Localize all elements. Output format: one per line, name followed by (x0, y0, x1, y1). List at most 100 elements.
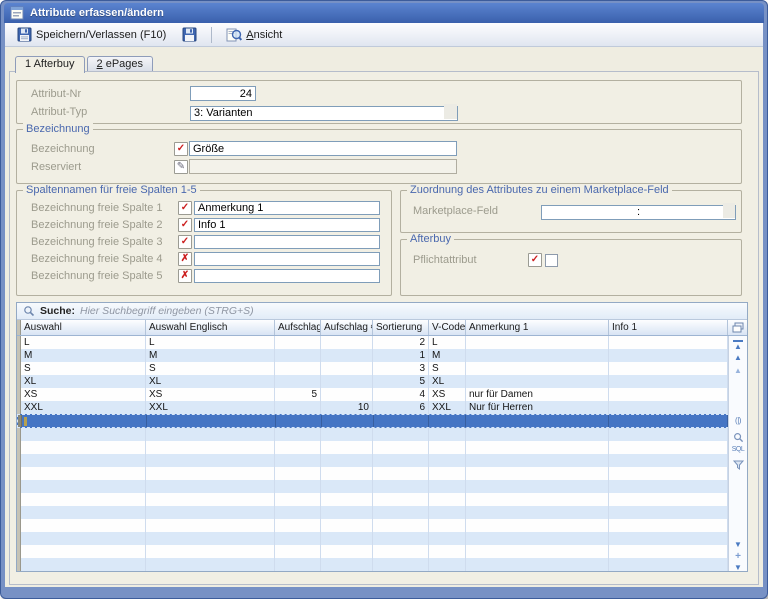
column-header-c0[interactable]: Auswahl (21, 320, 146, 335)
column-header-c7[interactable]: Info 1 (609, 320, 728, 335)
translate-check-icon[interactable]: ✓ (528, 253, 542, 267)
go-first-icon[interactable]: ▲ (729, 340, 747, 352)
cell-empty (373, 441, 429, 454)
grid-empty-row[interactable] (17, 532, 729, 545)
edit-indicator-icon[interactable]: (|) (729, 416, 747, 425)
cell-empty (321, 454, 373, 467)
cell-info_1 (609, 362, 728, 375)
column-header-c3[interactable]: Aufschlag € (321, 320, 373, 335)
cell-empty (21, 558, 146, 571)
spalte-row: Bezeichnung freie Spalte 3 ✓ (17, 235, 391, 249)
column-header-c6[interactable]: Anmerkung 1 (466, 320, 609, 335)
tab-1-afterbuy[interactable]: 1 Afterbuy (15, 56, 85, 73)
attribut-nr-input[interactable] (190, 86, 256, 101)
column-header-c1[interactable]: Auswahl Englisch (146, 320, 275, 335)
view-button[interactable]: Ansicht (220, 24, 288, 45)
filter-builder-icon[interactable]: SQL (729, 445, 747, 454)
grid-empty-row[interactable] (17, 428, 729, 441)
disabled-cross-icon[interactable]: ✗ (178, 269, 192, 283)
page-up-icon[interactable]: ▲ (729, 366, 747, 376)
spalte-input-5[interactable] (194, 269, 380, 283)
cell-empty (466, 454, 609, 467)
dialog-window: Attribute erfassen/ändern Speichern/Verl… (0, 0, 768, 599)
cell-empty (275, 545, 321, 558)
cell-empty (21, 532, 146, 545)
append-row-icon[interactable]: + (729, 552, 747, 562)
cell-empty (373, 519, 429, 532)
enabled-check-icon[interactable]: ✓ (178, 201, 192, 215)
cell-aufschlag_eur (322, 415, 374, 427)
disabled-cross-icon[interactable]: ✗ (178, 252, 192, 266)
grid-empty-row[interactable] (17, 480, 729, 493)
grid-empty-row[interactable] (17, 454, 729, 467)
cell-aufschlag_eur (321, 375, 373, 388)
grid-empty-row[interactable] (17, 519, 729, 532)
scroll-up-icon[interactable]: ▲ (729, 353, 747, 363)
cell-auswahl: XS (21, 388, 146, 401)
save-icon (182, 27, 197, 42)
cell-info_1 (609, 401, 728, 414)
enabled-check-icon[interactable]: ✓ (178, 218, 192, 232)
tab-2-epages[interactable]: 2 ePages (86, 56, 154, 72)
cell-empty (609, 506, 728, 519)
cell-anmerkung_1: nur für Damen (466, 388, 609, 401)
go-last-icon[interactable]: ▼ (729, 563, 747, 571)
cell-empty (609, 454, 728, 467)
grid-row-l[interactable]: LL2L (17, 336, 729, 349)
cell-empty (429, 441, 466, 454)
cell-sortierung: 6 (373, 401, 429, 414)
spalte-input-4[interactable] (194, 252, 380, 266)
cell-empty (275, 428, 321, 441)
text-caret (24, 417, 27, 426)
grid-search-row[interactable]: Suche: Hier Suchbegriff eingeben (STRG+S… (17, 303, 747, 320)
grid-row-xs[interactable]: XS XS 5 4 XS nur für Damen (17, 388, 729, 401)
grid-nav-strip: ▲ ▲ ▲ (|) SQL ▼ + ▼ (728, 336, 747, 571)
grid-empty-row[interactable] (17, 558, 729, 571)
cell-empty (275, 441, 321, 454)
grid-empty-row[interactable] (17, 441, 729, 454)
cell-empty (373, 506, 429, 519)
spalte-input-1[interactable] (194, 201, 380, 215)
cell-empty (609, 532, 728, 545)
pflichtattribut-checkbox[interactable] (545, 253, 558, 267)
grid-empty-row[interactable] (17, 506, 729, 519)
marketplace-feld-input[interactable] (541, 204, 736, 220)
cell-aufschlag_eur (321, 388, 373, 401)
save-icon (17, 27, 32, 42)
cell-empty (321, 545, 373, 558)
grid-empty-row[interactable] (17, 545, 729, 558)
cell-empty (609, 558, 728, 571)
search-icon (24, 306, 35, 317)
edit-pencil-icon[interactable]: ✎ (174, 159, 188, 174)
bezeichnung-groupbox: Bezeichnung Bezeichnung ✓ Reserviert ✎ (16, 123, 742, 184)
spalte-input-2[interactable] (194, 218, 380, 232)
cell-empty (429, 506, 466, 519)
grid-empty-row[interactable] (17, 467, 729, 480)
save-button[interactable] (176, 24, 203, 45)
grid-row-m[interactable]: MM1M (17, 349, 729, 362)
grid-row-xxl[interactable]: XXL XXL 10 6 XXL Nur für Herren (17, 401, 729, 414)
attribut-typ-input[interactable] (190, 105, 458, 121)
bezeichnung-input[interactable] (189, 141, 457, 156)
column-header-c4[interactable]: Sortierung (373, 320, 429, 335)
column-header-c5[interactable]: V-Code (429, 320, 466, 335)
cell-anmerkung_1 (466, 362, 609, 375)
cell-empty (21, 545, 146, 558)
grid-row-s[interactable]: SS3S (17, 362, 729, 375)
translate-check-icon[interactable]: ✓ (174, 141, 188, 156)
cell-empty (429, 454, 466, 467)
filter-icon[interactable] (729, 457, 747, 475)
enabled-check-icon[interactable]: ✓ (178, 235, 192, 249)
search-placeholder: Hier Suchbegriff eingeben (STRG+S) (80, 305, 254, 317)
ellipsis-button[interactable] (723, 203, 735, 218)
column-header-c2[interactable]: Aufschlag (275, 320, 321, 335)
grid-empty-row[interactable] (17, 493, 729, 506)
grid-new-row-selected[interactable] (17, 414, 729, 428)
grid-row-xl[interactable]: XL XL 5 XL (17, 375, 729, 388)
scroll-down-icon[interactable]: ▼ (729, 540, 747, 550)
save-exit-button[interactable]: Speichern/Verlassen (F10) (11, 24, 172, 45)
column-chooser-icon[interactable] (728, 320, 747, 335)
spalte-input-3[interactable] (194, 235, 380, 249)
title-bar[interactable]: Attribute erfassen/ändern (4, 3, 764, 23)
dropdown-button[interactable] (444, 104, 457, 119)
